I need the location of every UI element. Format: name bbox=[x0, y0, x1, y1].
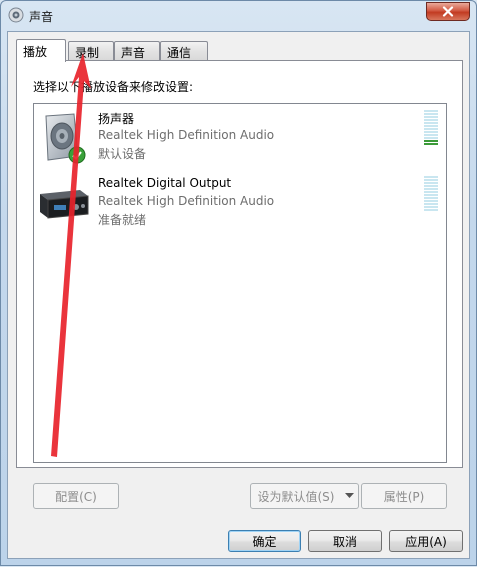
title-bar[interactable]: 声音 bbox=[1, 1, 476, 31]
dialog-client-area: 播放 录制 声音 通信 选择以下播放设备来修改设置: 扬声器 Realtek H… bbox=[7, 31, 470, 559]
device-name: 扬声器 bbox=[98, 112, 135, 126]
device-status: 准备就绪 bbox=[98, 213, 147, 227]
device-item-digital-output[interactable]: Realtek Digital Output Realtek High Defi… bbox=[34, 174, 446, 236]
window-title: 声音 bbox=[29, 10, 54, 24]
set-default-button[interactable]: 设为默认值(S) bbox=[250, 483, 342, 509]
device-list[interactable]: 扬声器 Realtek High Definition Audio 默认设备 R… bbox=[33, 103, 447, 463]
configure-button[interactable]: 配置(C) bbox=[33, 483, 119, 509]
volume-meter bbox=[424, 110, 438, 150]
set-default-dropdown[interactable] bbox=[341, 483, 359, 509]
apply-button[interactable]: 应用(A) bbox=[389, 530, 463, 552]
close-button[interactable] bbox=[426, 2, 470, 21]
device-driver: Realtek High Definition Audio bbox=[98, 128, 275, 142]
device-driver: Realtek High Definition Audio bbox=[98, 194, 275, 208]
volume-meter bbox=[424, 176, 438, 216]
device-item-speakers[interactable]: 扬声器 Realtek High Definition Audio 默认设备 bbox=[34, 108, 446, 170]
tab-recording[interactable]: 录制 bbox=[68, 41, 114, 60]
close-icon bbox=[442, 6, 454, 17]
chevron-down-icon bbox=[345, 493, 354, 498]
device-name: Realtek Digital Output bbox=[98, 176, 232, 190]
device-status: 默认设备 bbox=[98, 147, 147, 161]
sound-dialog: 声音 播放 录制 声音 通信 选择以下播放设备来修改设置: 扬声器 Realte… bbox=[0, 0, 477, 566]
playback-panel: 选择以下播放设备来修改设置: 扬声器 Realtek High Definiti… bbox=[16, 60, 463, 468]
speaker-icon bbox=[8, 7, 24, 23]
tab-sounds[interactable]: 声音 bbox=[114, 41, 160, 60]
tab-communications[interactable]: 通信 bbox=[160, 41, 208, 60]
digital-output-device-icon bbox=[40, 190, 89, 219]
default-check-icon bbox=[68, 146, 86, 164]
properties-button[interactable]: 属性(P) bbox=[361, 483, 447, 509]
instruction-label: 选择以下播放设备来修改设置: bbox=[33, 80, 194, 94]
cancel-button[interactable]: 取消 bbox=[308, 530, 382, 552]
ok-button[interactable]: 确定 bbox=[228, 530, 301, 552]
tab-playback[interactable]: 播放 bbox=[16, 39, 66, 62]
